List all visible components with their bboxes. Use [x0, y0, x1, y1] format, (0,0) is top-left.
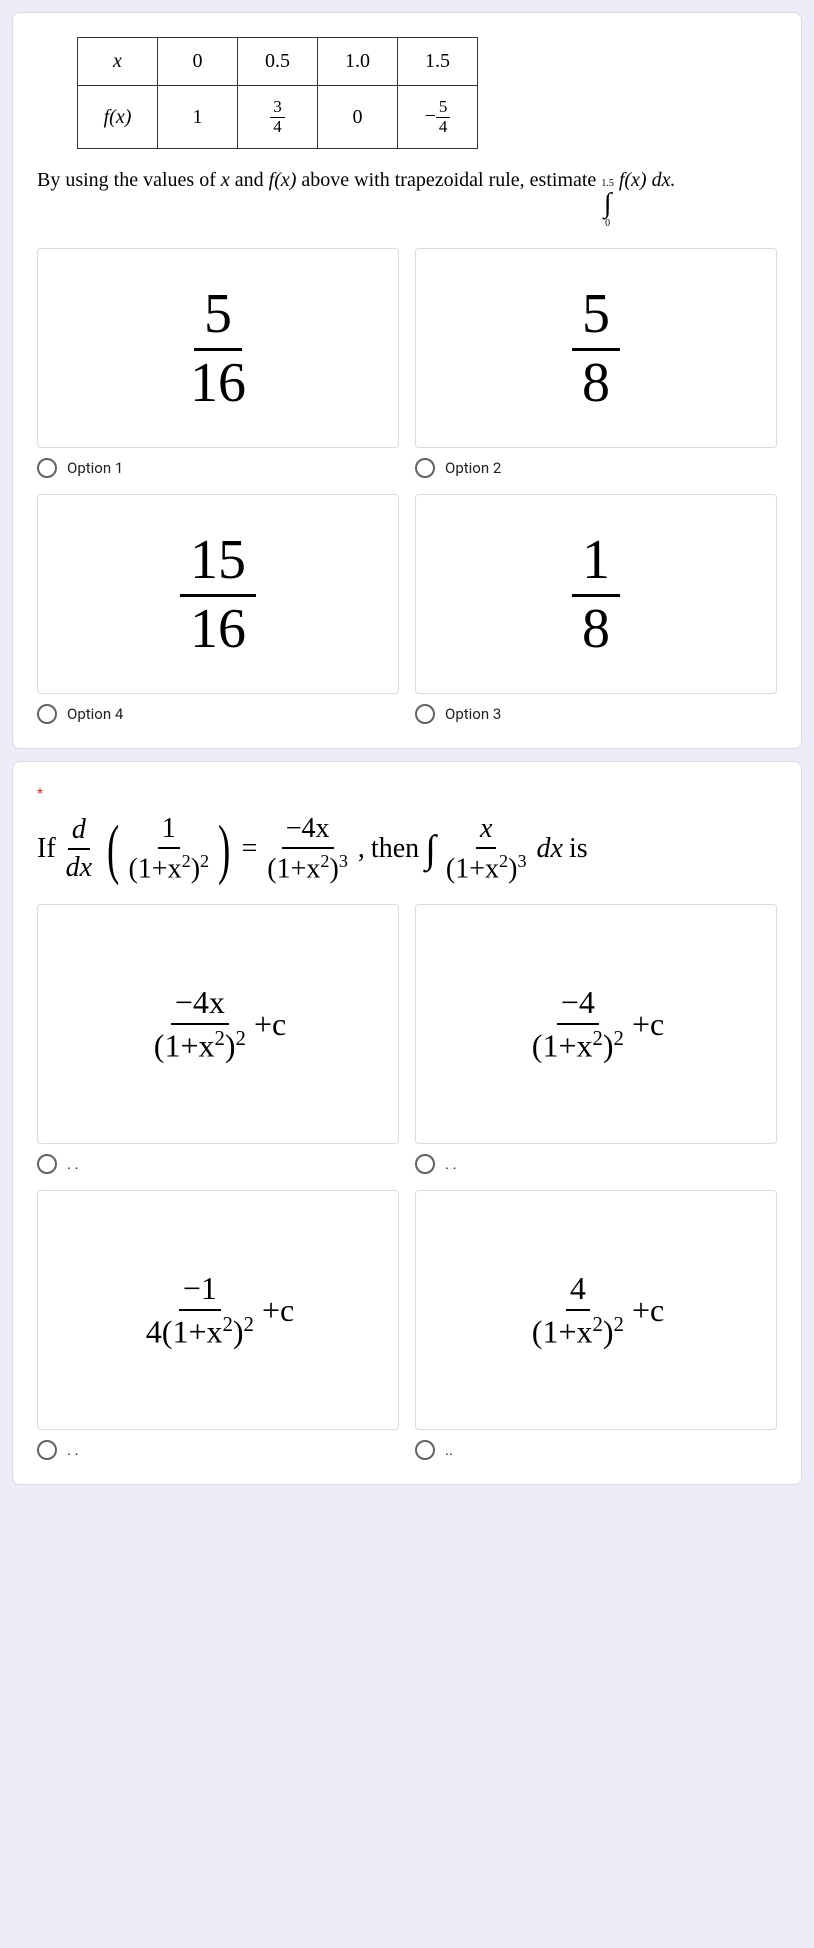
- option-b-box[interactable]: −4 (1+x2)2 +c: [415, 904, 777, 1144]
- option-b-row[interactable]: . .: [415, 1154, 777, 1174]
- option-label: Option 4: [67, 705, 123, 723]
- option-wrapper: 516 Option 1: [37, 248, 399, 478]
- table-cell: 1: [158, 86, 238, 149]
- table-header-fx: f(x): [78, 86, 158, 149]
- radio-icon[interactable]: [37, 458, 57, 478]
- option-1-row[interactable]: Option 1: [37, 458, 399, 478]
- table-cell: 0.5: [238, 38, 318, 86]
- radio-icon[interactable]: [415, 458, 435, 478]
- option-3-row[interactable]: Option 3: [415, 704, 777, 724]
- question-card-2: * If d dx ( 1 (1+x2)2 ) = −4x (1+x2)3 , …: [12, 761, 802, 1485]
- table-cell: 0: [318, 86, 398, 149]
- option-label: Option 1: [67, 459, 123, 477]
- radio-icon[interactable]: [37, 1154, 57, 1174]
- option-wrapper: 58 Option 2: [415, 248, 777, 478]
- table-row: x 0 0.5 1.0 1.5: [78, 38, 478, 86]
- option-2-box[interactable]: 58: [415, 248, 777, 448]
- option-1-box[interactable]: 516: [37, 248, 399, 448]
- option-label: Option 3: [445, 705, 501, 723]
- option-label: . .: [445, 1155, 457, 1173]
- table-cell: 0: [158, 38, 238, 86]
- option-wrapper: 1516 Option 4: [37, 494, 399, 724]
- option-c-row[interactable]: . .: [37, 1440, 399, 1460]
- radio-icon[interactable]: [415, 1154, 435, 1174]
- option-wrapper: 18 Option 3: [415, 494, 777, 724]
- option-d-box[interactable]: 4 (1+x2)2 +c: [415, 1190, 777, 1430]
- option-4-row[interactable]: Option 4: [37, 704, 399, 724]
- option-wrapper: −4x (1+x2)2 +c . .: [37, 904, 399, 1174]
- question-1-header: x 0 0.5 1.0 1.5 f(x) 1 34 0 −54 By using…: [37, 37, 777, 228]
- option-2-row[interactable]: Option 2: [415, 458, 777, 478]
- option-a-box[interactable]: −4x (1+x2)2 +c: [37, 904, 399, 1144]
- option-a-row[interactable]: . .: [37, 1154, 399, 1174]
- radio-icon[interactable]: [415, 1440, 435, 1460]
- data-table: x 0 0.5 1.0 1.5 f(x) 1 34 0 −54: [77, 37, 478, 149]
- table-cell: 1.5: [398, 38, 478, 86]
- question-card-1: x 0 0.5 1.0 1.5 f(x) 1 34 0 −54 By using…: [12, 12, 802, 749]
- option-label: . .: [67, 1441, 79, 1459]
- radio-icon[interactable]: [37, 704, 57, 724]
- question-1-prompt: By using the values of x and f(x) above …: [37, 169, 777, 228]
- radio-icon[interactable]: [415, 704, 435, 724]
- option-label: Option 2: [445, 459, 501, 477]
- table-row: f(x) 1 34 0 −54: [78, 86, 478, 149]
- table-cell: −54: [398, 86, 478, 149]
- option-wrapper: −1 4(1+x2)2 +c . .: [37, 1190, 399, 1460]
- table-cell: 1.0: [318, 38, 398, 86]
- option-d-row[interactable]: ..: [415, 1440, 777, 1460]
- option-wrapper: 4 (1+x2)2 +c ..: [415, 1190, 777, 1460]
- options-grid-1: 516 Option 1 58 Option 2 1516 Option 4: [37, 248, 777, 724]
- option-label: . .: [67, 1155, 79, 1173]
- options-grid-2: −4x (1+x2)2 +c . . −4 (1+x2)2 +c: [37, 904, 777, 1460]
- option-wrapper: −4 (1+x2)2 +c . .: [415, 904, 777, 1174]
- question-2-prompt: If d dx ( 1 (1+x2)2 ) = −4x (1+x2)3 , th…: [37, 810, 777, 888]
- option-3-box[interactable]: 18: [415, 494, 777, 694]
- option-label: ..: [445, 1441, 453, 1459]
- option-c-box[interactable]: −1 4(1+x2)2 +c: [37, 1190, 399, 1430]
- radio-icon[interactable]: [37, 1440, 57, 1460]
- table-header-x: x: [78, 38, 158, 86]
- table-cell: 34: [238, 86, 318, 149]
- required-indicator: *: [37, 786, 777, 802]
- option-4-box[interactable]: 1516: [37, 494, 399, 694]
